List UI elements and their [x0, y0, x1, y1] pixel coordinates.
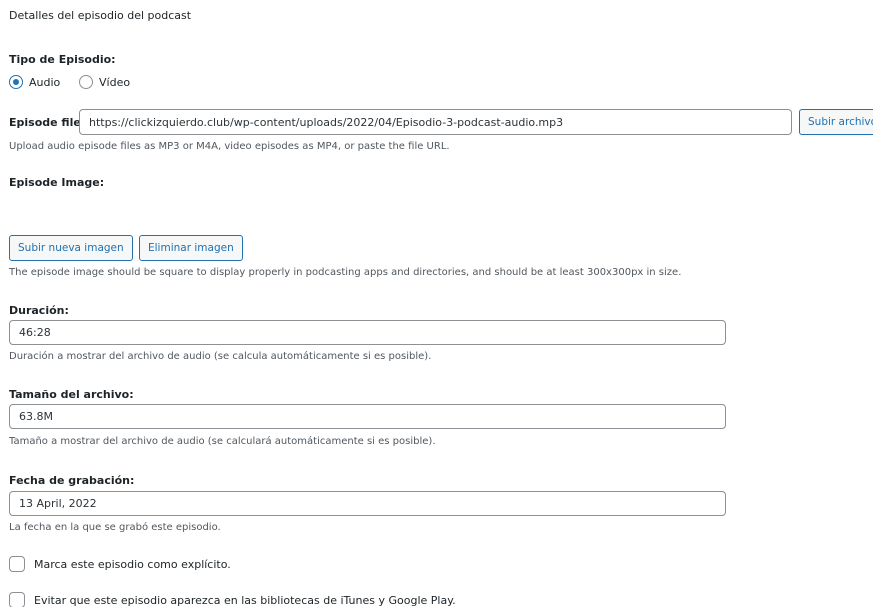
duration-help: Duración a mostrar del archivo de audio …	[9, 351, 432, 362]
record-date-help: La fecha en la que se grabó este episodi…	[9, 522, 221, 533]
upload-image-button[interactable]: Subir nueva imagen	[9, 235, 133, 261]
upload-file-button[interactable]: Subir archivo	[799, 109, 873, 135]
file-size-help: Tamaño a mostrar del archivo de audio (s…	[9, 436, 436, 447]
block-directories-checkbox-label: Evitar que este episodio aparezca en las…	[34, 593, 456, 607]
radio-audio-label: Audio	[29, 75, 61, 89]
remove-image-button[interactable]: Eliminar imagen	[139, 235, 243, 261]
episode-image-help: The episode image should be square to di…	[9, 267, 682, 278]
duration-input[interactable]: 46:28	[9, 320, 726, 345]
episode-file-help: Upload audio episode files as MP3 or M4A…	[9, 141, 450, 152]
record-date-label: Fecha de grabación:	[9, 474, 135, 487]
record-date-value: 13 April, 2022	[19, 497, 97, 510]
file-size-label: Tamaño del archivo:	[9, 388, 134, 401]
section-title: Detalles del episodio del podcast	[9, 9, 192, 22]
episode-file-label: Episode file:	[9, 116, 86, 129]
explicit-checkbox[interactable]	[9, 556, 25, 572]
file-size-input[interactable]: 63.8M	[9, 404, 726, 429]
block-directories-checkbox-row[interactable]: Evitar que este episodio aparezca en las…	[9, 592, 456, 607]
episode-file-value: https://clickizquierdo.club/wp-content/u…	[89, 115, 564, 129]
file-size-value: 63.8M	[19, 410, 53, 423]
duration-label: Duración:	[9, 304, 69, 317]
block-directories-checkbox[interactable]	[9, 592, 25, 607]
episode-image-label: Episode Image:	[9, 176, 105, 189]
podcast-episode-details-panel: Detalles del episodio del podcast Tipo d…	[0, 0, 873, 607]
duration-value: 46:28	[19, 326, 51, 339]
radio-audio[interactable]: Audio	[9, 75, 60, 89]
radio-video-indicator[interactable]	[79, 75, 93, 89]
radio-video[interactable]: Vídeo	[79, 75, 130, 89]
explicit-checkbox-row[interactable]: Marca este episodio como explícito.	[9, 556, 231, 572]
episode-type-label: Tipo de Episodio:	[9, 53, 116, 66]
radio-audio-indicator[interactable]	[9, 75, 23, 89]
record-date-input[interactable]: 13 April, 2022	[9, 491, 726, 516]
radio-video-label: Vídeo	[99, 75, 131, 89]
explicit-checkbox-label: Marca este episodio como explícito.	[34, 557, 231, 571]
episode-file-input[interactable]: https://clickizquierdo.club/wp-content/u…	[79, 109, 792, 135]
